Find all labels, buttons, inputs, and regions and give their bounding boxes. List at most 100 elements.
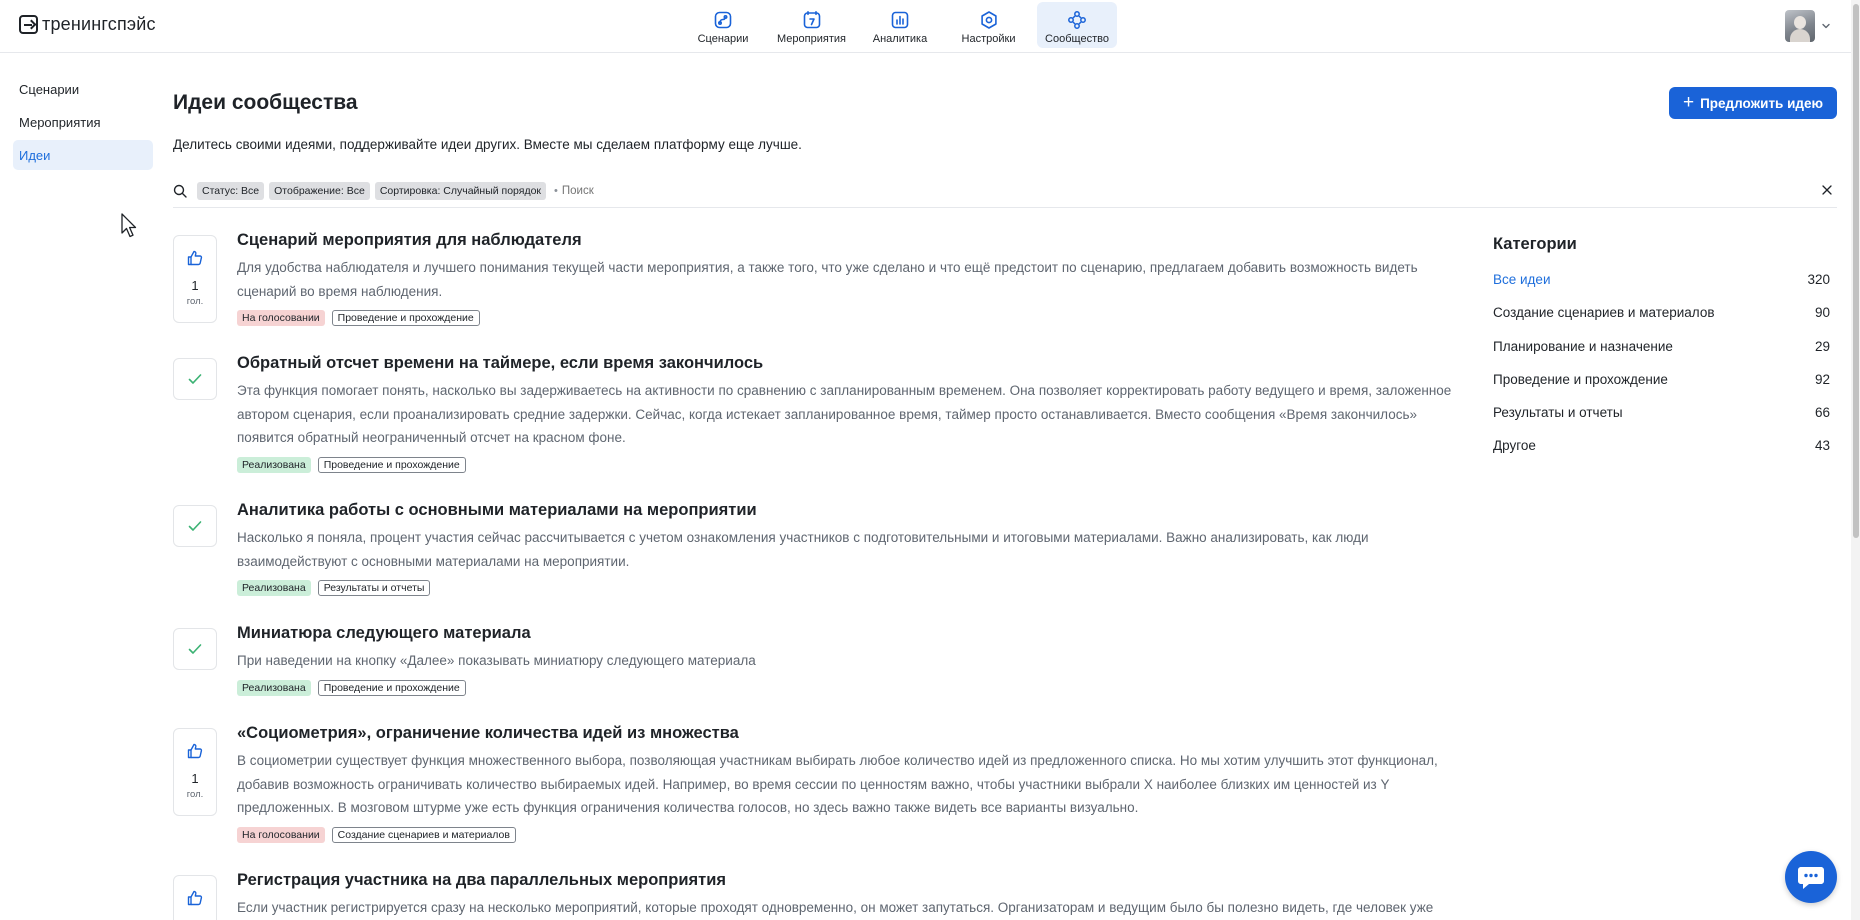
propose-idea-button[interactable]: + Предложить идею	[1669, 87, 1837, 119]
category-other[interactable]: Другое 43	[1493, 438, 1830, 471]
category-badge[interactable]: Создание сценариев и материалов	[331, 826, 516, 843]
nav-item-scenarios[interactable]: Сценарии	[683, 2, 763, 48]
logo[interactable]: тренингспэйс	[19, 14, 156, 35]
list-item[interactable]: Аналитика работы с основными материалами…	[173, 500, 1473, 623]
nav-label: Настройки	[961, 33, 1016, 45]
vote-button[interactable]	[173, 875, 217, 920]
check-icon	[188, 521, 202, 531]
idea-description: Насколько я поняла, процент участия сейч…	[237, 530, 1369, 569]
chat-bubble-icon	[1798, 867, 1824, 889]
list-item[interactable]: 1 гол. Сценарий мероприятия для наблюдат…	[173, 230, 1473, 353]
plus-icon: +	[1682, 91, 1695, 113]
avatar[interactable]	[1785, 10, 1815, 42]
idea-title[interactable]: Сценарий мероприятия для наблюдателя	[237, 230, 1473, 250]
idea-tags: Реализована Проведение и прохождение	[237, 679, 1473, 696]
category-name: Другое	[1493, 438, 1536, 454]
thumbs-up-icon	[187, 890, 203, 906]
implemented-marker	[173, 628, 217, 670]
nav-item-community[interactable]: Сообщество	[1037, 2, 1117, 48]
category-conducting[interactable]: Проведение и прохождение 92	[1493, 372, 1830, 405]
idea-tags: Реализована Проведение и прохождение	[237, 456, 1473, 473]
filter-chip-sort[interactable]: Сортировка: Случайный порядок	[374, 181, 547, 200]
status-badge: Реализована	[237, 679, 311, 696]
top-header: тренингспэйс Сценарии Мероприятия Аналит…	[0, 0, 1860, 53]
vote-count: 1	[191, 278, 199, 293]
check-icon	[188, 644, 202, 654]
scenario-icon	[714, 11, 732, 29]
chevron-down-icon	[1822, 23, 1830, 29]
category-badge[interactable]: Результаты и отчеты	[317, 580, 431, 596]
category-planning[interactable]: Планирование и назначение 29	[1493, 339, 1830, 372]
category-name: Все идеи	[1493, 272, 1551, 287]
vote-button[interactable]: 1 гол.	[173, 728, 217, 816]
mouse-cursor-icon	[121, 213, 137, 238]
vote-unit: гол.	[186, 789, 204, 800]
check-icon	[188, 374, 202, 384]
community-icon	[1068, 11, 1086, 29]
categories-title: Категории	[1493, 235, 1577, 253]
page-subtitle: Делитесь своими идеями, поддерживайте ид…	[173, 137, 802, 152]
category-all[interactable]: Все идеи 320	[1493, 272, 1830, 305]
idea-title[interactable]: Аналитика работы с основными материалами…	[237, 500, 1473, 520]
sidebar-item-scenarios[interactable]: Сценарии	[13, 74, 153, 104]
idea-tags: Реализована Результаты и отчеты	[237, 580, 1473, 596]
status-badge: Реализована	[237, 456, 311, 473]
idea-title[interactable]: Миниатюра следующего материала	[237, 623, 1473, 643]
idea-title[interactable]: Обратный отсчет времени на таймере, если…	[237, 353, 1473, 373]
vote-button[interactable]: 1 гол.	[173, 235, 217, 323]
search-icon	[173, 184, 187, 198]
sidebar-item-ideas[interactable]: Идеи	[13, 140, 153, 170]
idea-title[interactable]: «Социометрия», ограничение количества ид…	[237, 723, 1473, 743]
filter-chip-display[interactable]: Отображение: Все	[269, 181, 370, 200]
sidebar-item-events[interactable]: Мероприятия	[13, 107, 153, 137]
nav-label: Сообщество	[1045, 33, 1109, 45]
nav-label: Сценарии	[697, 33, 749, 45]
category-badge[interactable]: Проведение и прохождение	[331, 310, 480, 326]
nav-item-analytics[interactable]: Аналитика	[860, 2, 940, 48]
user-menu[interactable]	[1785, 10, 1831, 42]
calendar-icon	[803, 11, 820, 29]
status-badge: На голосовании	[237, 826, 325, 843]
filter-bar: Статус: Все Отображение: Все Сортировка:…	[173, 180, 1837, 208]
close-icon[interactable]	[1821, 184, 1833, 196]
category-badge[interactable]: Проведение и прохождение	[317, 679, 466, 696]
search-input[interactable]	[561, 184, 862, 197]
category-results[interactable]: Результаты и отчеты 66	[1493, 405, 1830, 438]
filter-chip-status[interactable]: Статус: Все	[197, 181, 265, 200]
analytics-icon	[891, 11, 909, 29]
category-name: Результаты и отчеты	[1493, 405, 1623, 421]
idea-description: Если участник регистрируется сразу на не…	[237, 900, 1434, 915]
chat-button[interactable]	[1785, 851, 1837, 903]
nav-item-events[interactable]: Мероприятия	[768, 2, 855, 48]
vote-unit: гол.	[186, 296, 204, 307]
list-item[interactable]: 1 гол. «Социометрия», ограничение количе…	[173, 723, 1473, 870]
nav-label: Аналитика	[872, 33, 928, 45]
category-count: 90	[1814, 305, 1830, 321]
idea-description: В социометрии существует функция множест…	[237, 753, 1438, 815]
idea-title[interactable]: Регистрация участника на два параллельны…	[237, 870, 1473, 890]
category-name: Проведение и прохождение	[1493, 371, 1668, 387]
vote-count: 1	[191, 771, 199, 786]
category-creation[interactable]: Создание сценариев и материалов 90	[1493, 305, 1830, 338]
nav-item-settings[interactable]: Настройки	[945, 2, 1032, 48]
scrollbar-thumb[interactable]	[1853, 4, 1859, 538]
list-item[interactable]: Регистрация участника на два параллельны…	[173, 870, 1473, 920]
list-item[interactable]: Обратный отсчет времени на таймере, если…	[173, 353, 1473, 500]
categories-panel: Категории Все идеи 320 Создание сценарие…	[1493, 235, 1830, 472]
sidebar: Сценарии Мероприятия Идеи	[13, 74, 153, 173]
list-item[interactable]: Миниатюра следующего материала При навед…	[173, 623, 1473, 723]
implemented-marker	[173, 505, 217, 547]
thumbs-up-icon	[187, 743, 203, 759]
category-name: Планирование и назначение	[1493, 338, 1673, 354]
logo-icon	[19, 15, 38, 34]
category-count: 92	[1814, 371, 1830, 387]
separator-dot: •	[554, 184, 558, 197]
category-badge[interactable]: Проведение и прохождение	[317, 456, 466, 473]
idea-description: Эта функция помогает понять, насколько в…	[237, 383, 1452, 445]
logo-text: тренингспэйс	[42, 14, 156, 34]
nav-label: Мероприятия	[777, 33, 846, 45]
page-title: Идеи сообщества	[173, 91, 358, 114]
implemented-marker	[173, 358, 217, 400]
status-badge: На голосовании	[237, 310, 325, 326]
idea-description: Для удобства наблюдателя и лучшего поним…	[237, 260, 1418, 299]
